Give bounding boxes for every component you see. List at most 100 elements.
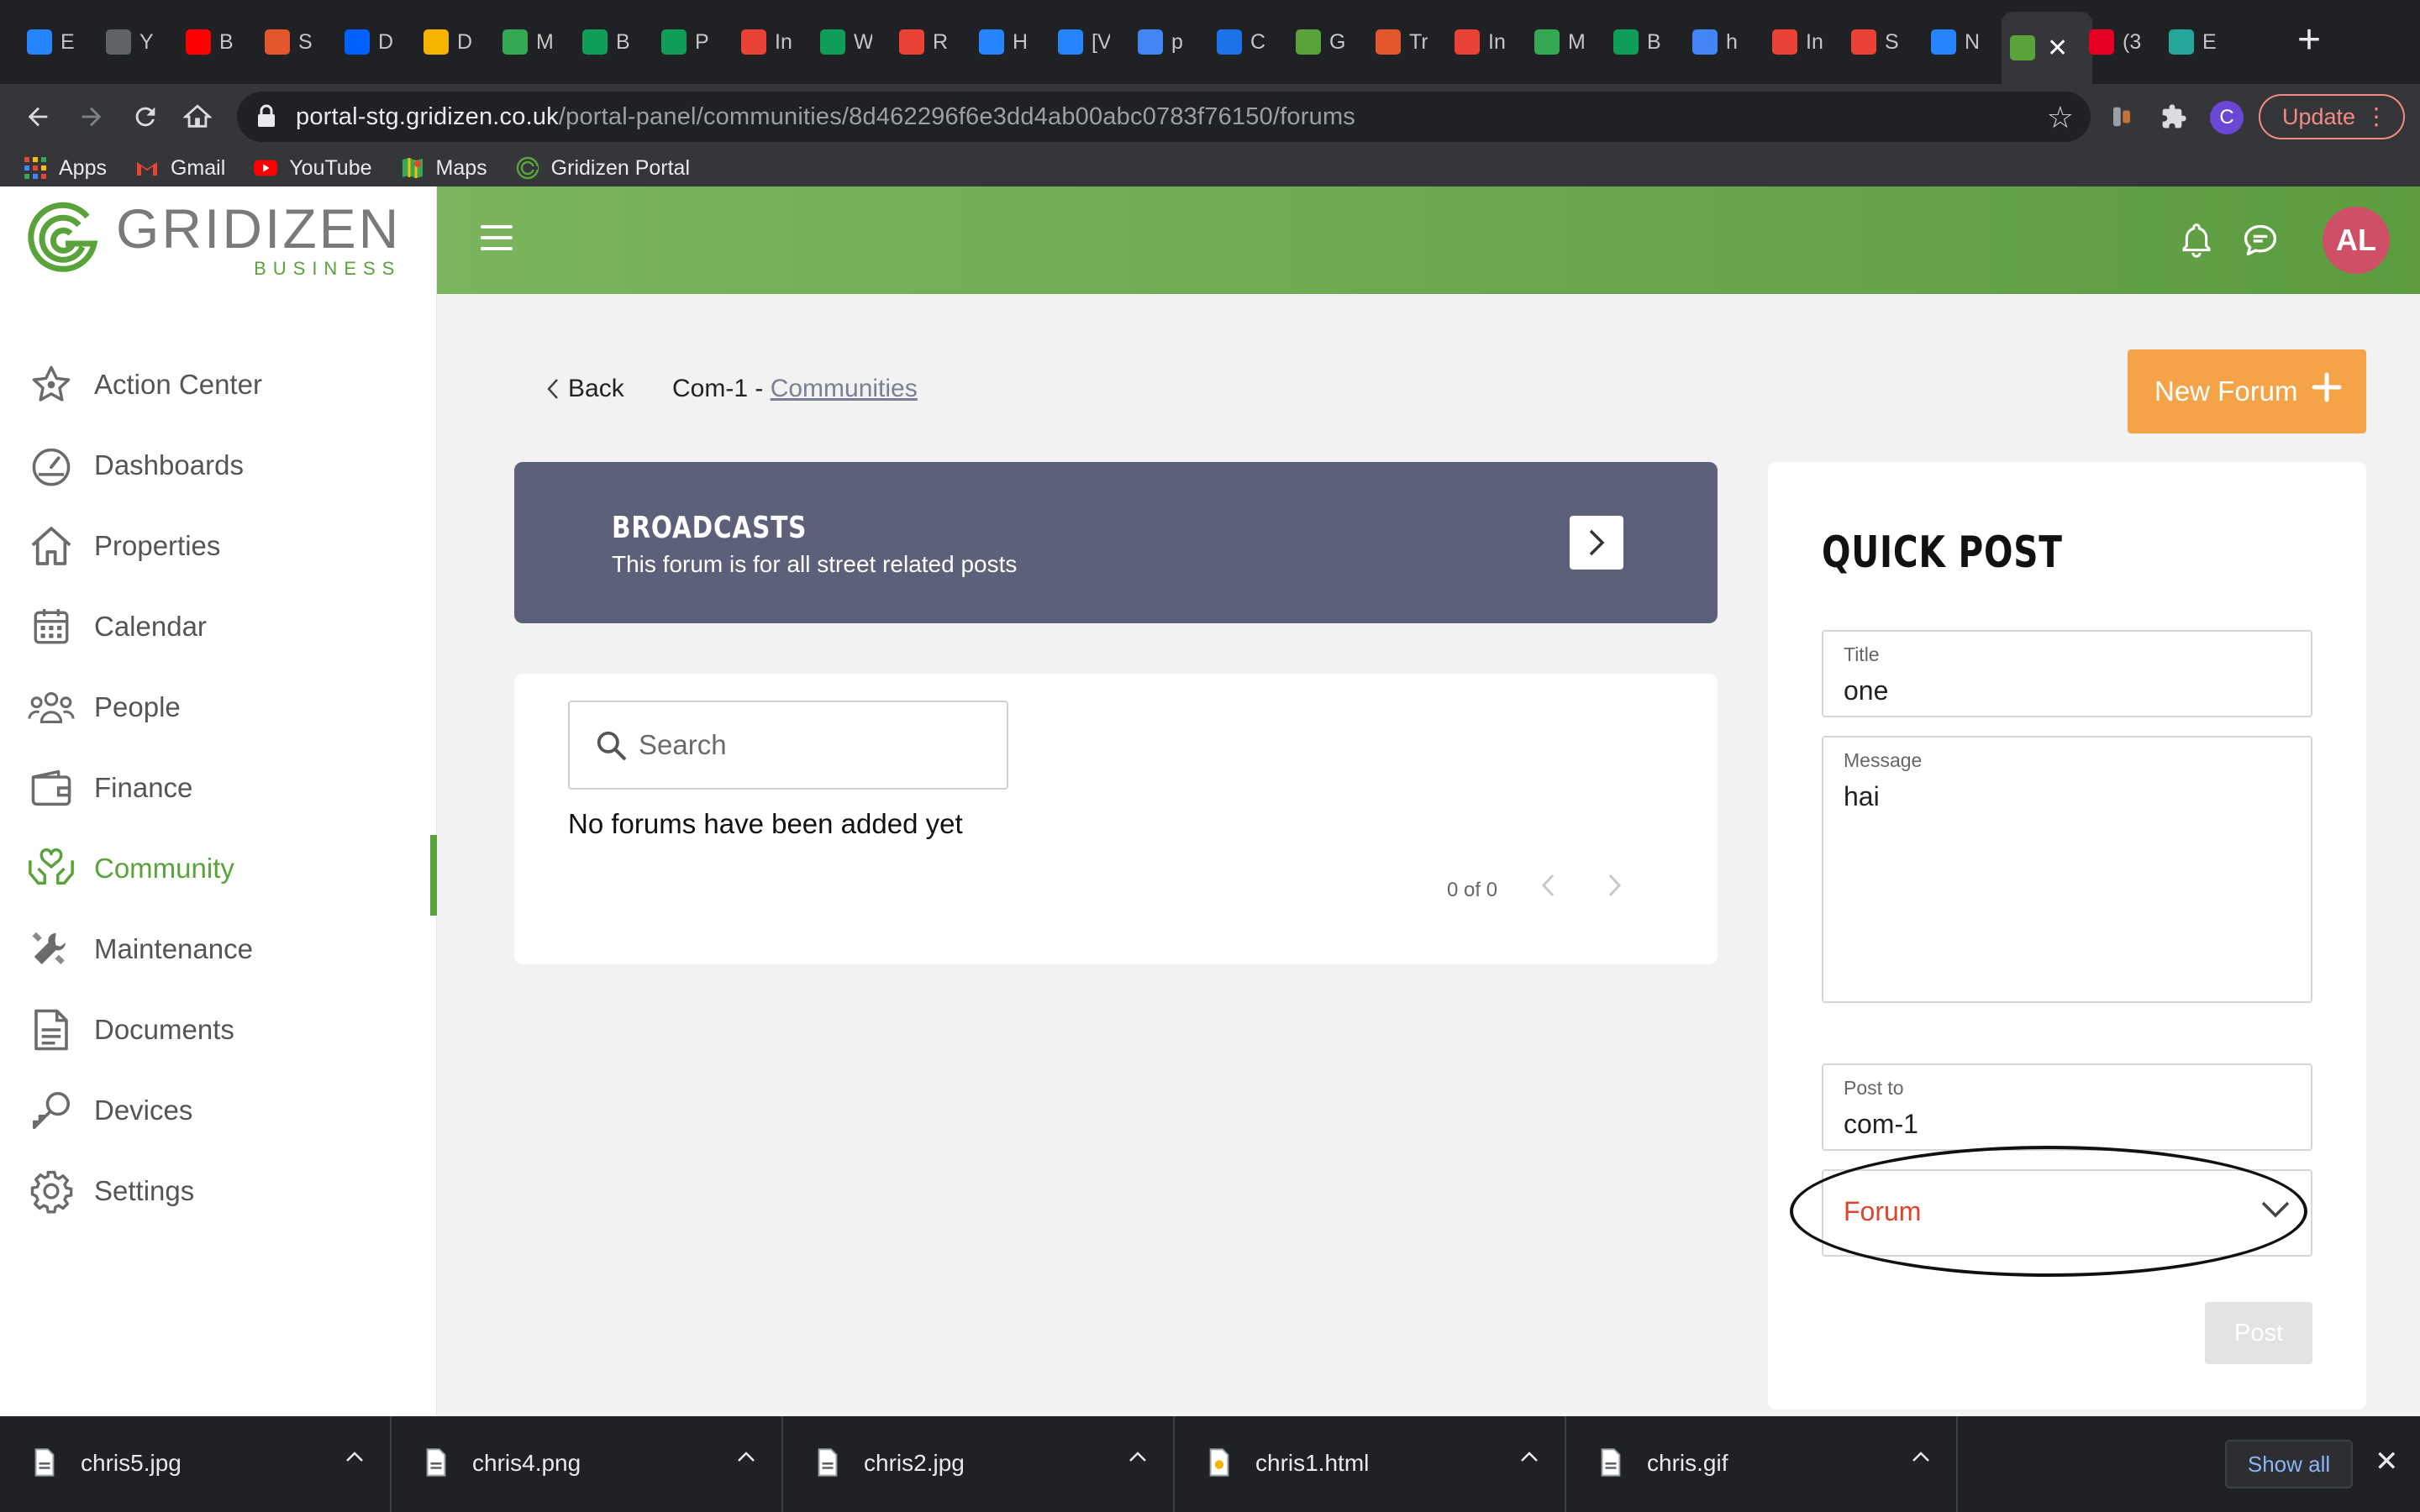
address-bar[interactable]: portal-stg.gridizen.co.uk/portal-panel/c…	[237, 92, 2091, 142]
gridizen-logo[interactable]: GRIDIZEN BUSINESS	[27, 200, 401, 281]
browser-tab[interactable]: p	[1129, 12, 1205, 72]
browser-tab[interactable]: G	[1287, 12, 1363, 72]
sidebar-item-settings[interactable]: Settings	[0, 1158, 437, 1225]
browser-tab[interactable]: D	[336, 12, 412, 72]
tab-title: R	[933, 29, 949, 54]
tab-close-icon[interactable]: ✕	[2047, 34, 2068, 63]
sidebar-item-properties[interactable]: Properties	[0, 512, 437, 580]
bookmark-youtube[interactable]: YouTube	[254, 156, 372, 181]
browser-tab[interactable]: Tr	[1367, 12, 1443, 72]
browser-tab[interactable]: M	[1526, 12, 1602, 72]
drive-icon	[1534, 29, 1560, 55]
browser-tab[interactable]: S	[256, 12, 332, 72]
close-downloads-icon[interactable]: ✕	[2375, 1445, 2399, 1478]
search-input[interactable]	[639, 729, 992, 761]
bookmark-gridizen-portal[interactable]: Gridizen Portal	[516, 156, 690, 181]
download-item[interactable]: chris1.html	[1175, 1416, 1566, 1512]
breadcrumb-communities-link[interactable]: Communities	[771, 375, 918, 402]
post-to-field[interactable]: Post to com-1	[1822, 1063, 2312, 1151]
browser-tab[interactable]: R	[891, 12, 966, 72]
broadcast-open-button[interactable]	[1570, 516, 1623, 570]
chat-bubble-icon[interactable]	[2242, 222, 2279, 263]
download-item[interactable]: chris2.jpg	[783, 1416, 1175, 1512]
sidebar-item-maintenance[interactable]: Maintenance	[0, 916, 437, 983]
star-icon	[27, 360, 76, 409]
sidebar-item-documents[interactable]: Documents	[0, 996, 437, 1063]
broadcast-forum-card[interactable]: BROADCASTS This forum is for all street …	[514, 462, 1718, 623]
sidebar-item-action-center[interactable]: Action Center	[0, 351, 437, 418]
browser-tab[interactable]: (3	[2081, 12, 2156, 72]
post-title-field[interactable]: Title one	[1822, 630, 2312, 717]
download-item[interactable]: chris4.png	[392, 1416, 783, 1512]
browser-tab[interactable]: W	[812, 12, 887, 72]
dropbox-icon	[345, 29, 370, 55]
drive-icon	[502, 29, 528, 55]
tab-title: p	[1171, 29, 1183, 54]
back-arrow-icon[interactable]	[17, 96, 59, 138]
back-link[interactable]: Back	[546, 375, 624, 403]
browser-tab[interactable]: In	[733, 12, 808, 72]
tab-title: In	[1488, 29, 1506, 54]
browser-profile-avatar[interactable]: C	[2210, 101, 2244, 134]
search-field[interactable]	[568, 701, 1008, 790]
browser-tab[interactable]: H	[971, 12, 1046, 72]
sidebar-item-people[interactable]: People	[0, 674, 437, 741]
file-icon	[34, 1448, 55, 1477]
chevron-left-icon	[547, 379, 558, 399]
bookmark-apps[interactable]: Apps	[24, 156, 107, 181]
bookmark-maps[interactable]: Maps	[401, 156, 487, 181]
browser-update-button[interactable]: Update ⋮	[2259, 94, 2405, 139]
browser-tab[interactable]: [V	[1050, 12, 1125, 72]
browser-tab[interactable]: B	[574, 12, 650, 72]
browser-tab[interactable]: h	[1684, 12, 1760, 72]
browser-tab[interactable]: E	[18, 12, 94, 72]
forward-arrow-icon[interactable]	[71, 96, 113, 138]
browser-tab[interactable]: In	[1446, 12, 1522, 72]
browser-tab[interactable]: Y	[97, 12, 173, 72]
post-type-select[interactable]: Forum	[1822, 1169, 2312, 1257]
browser-tab[interactable]: D	[415, 12, 491, 72]
show-all-downloads-button[interactable]: Show all	[2225, 1440, 2353, 1488]
browser-tab[interactable]: S	[1843, 12, 1918, 72]
reload-icon[interactable]	[124, 96, 166, 138]
browser-tab[interactable]: M	[494, 12, 570, 72]
bell-icon[interactable]	[2180, 222, 2213, 263]
gridizen-dev-icon	[1376, 29, 1401, 55]
doc-icon	[424, 29, 449, 55]
sidebar-item-dashboards[interactable]: Dashboards	[0, 432, 437, 499]
browser-tab[interactable]: E	[2160, 12, 2236, 72]
google-icon	[1692, 29, 1718, 55]
tab-title: Y	[139, 29, 154, 54]
message-field[interactable]: Message hai	[1822, 736, 2312, 1003]
browser-tab[interactable]: In	[1764, 12, 1839, 72]
browser-tab[interactable]: B	[177, 12, 253, 72]
chevron-right-icon	[1608, 874, 1622, 897]
new-tab-button[interactable]: +	[2297, 20, 2321, 60]
post-button[interactable]: Post	[2205, 1302, 2312, 1364]
browser-tab[interactable]: ✕	[2002, 12, 2092, 84]
browser-tab[interactable]: N	[1923, 12, 1998, 72]
tab-title: In	[1806, 29, 1823, 54]
new-forum-button[interactable]: New Forum	[2128, 349, 2366, 433]
browser-tab[interactable]: C	[1208, 12, 1284, 72]
pagination-next-button[interactable]	[1607, 872, 1623, 903]
sidebar-item-finance[interactable]: Finance	[0, 754, 437, 822]
extension-icon[interactable]	[2104, 99, 2139, 134]
sidebar-item-devices[interactable]: Devices	[0, 1077, 437, 1144]
browser-tab[interactable]: B	[1605, 12, 1681, 72]
tab-title: [V	[1092, 29, 1110, 54]
puzzle-extensions-icon[interactable]	[2156, 99, 2191, 134]
pagination-prev-button[interactable]	[1539, 872, 1556, 903]
browser-tab[interactable]: P	[653, 12, 729, 72]
hamburger-menu-icon[interactable]	[481, 225, 513, 250]
maps-icon	[401, 156, 424, 180]
download-item[interactable]: chris5.jpg	[0, 1416, 392, 1512]
sidebar-item-community[interactable]: Community	[0, 835, 437, 916]
url-text: portal-stg.gridizen.co.uk/portal-panel/c…	[296, 102, 1355, 130]
bookmark-star-icon[interactable]: ☆	[2047, 100, 2074, 135]
user-avatar[interactable]: AL	[2323, 207, 2390, 274]
sidebar-item-calendar[interactable]: Calendar	[0, 593, 437, 660]
home-icon[interactable]	[176, 96, 218, 138]
download-item[interactable]: chris.gif	[1566, 1416, 1958, 1512]
bookmark-gmail[interactable]: Gmail	[135, 156, 225, 181]
